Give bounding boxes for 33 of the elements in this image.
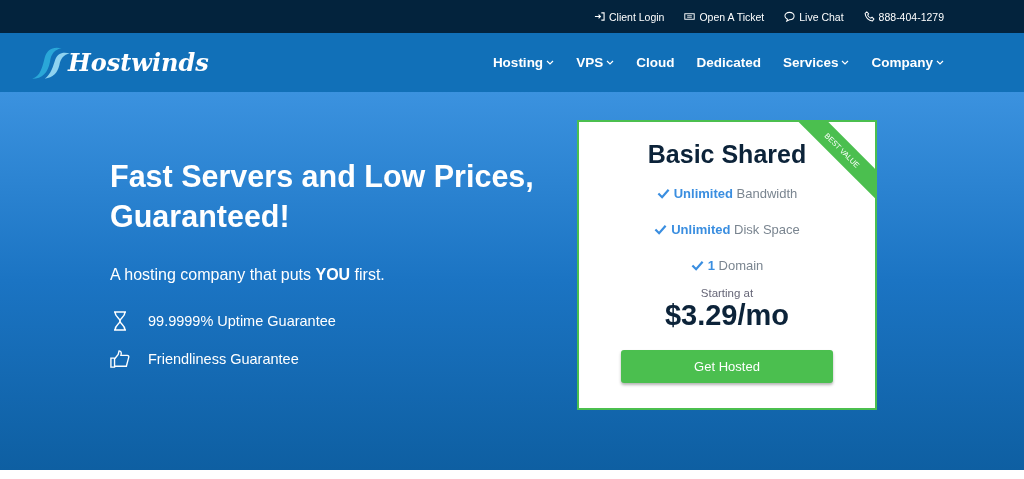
nav-item[interactable]: VPS xyxy=(576,55,615,70)
top-link[interactable]: 888-404-1279 xyxy=(863,10,944,23)
caret-icon xyxy=(546,60,555,65)
plan-name: Basic Shared xyxy=(647,140,807,169)
top-link[interactable]: Open A Ticket xyxy=(684,10,765,23)
caret-icon xyxy=(606,60,615,65)
check-icon xyxy=(656,187,670,199)
phone-icon xyxy=(863,11,875,22)
nav-item[interactable]: Cloud xyxy=(636,55,675,70)
check-icon xyxy=(690,259,704,271)
nav-item[interactable]: Company xyxy=(871,55,944,70)
chat-bubble-icon xyxy=(784,11,796,22)
guarantee-text: 99.9999% Uptime Guarantee xyxy=(148,313,336,329)
hero-title: Fast Servers and Low Prices, Guaranteed! xyxy=(110,158,535,235)
ticket-icon xyxy=(684,11,696,22)
price-caption: Starting at xyxy=(700,287,754,299)
feature-text: Unlimited Bandwidth xyxy=(673,185,798,201)
top-link[interactable]: Client Login xyxy=(594,10,665,23)
caret-icon xyxy=(936,60,944,65)
feature-text: Unlimited Disk Space xyxy=(671,221,800,237)
thumbs-up-icon xyxy=(110,349,130,369)
check-icon xyxy=(654,223,668,235)
nav-item[interactable]: Dedicated xyxy=(696,55,761,70)
top-link[interactable]: Live Chat xyxy=(784,10,844,23)
price: $3.29/mo xyxy=(664,299,790,332)
nav-item[interactable]: Services xyxy=(782,55,850,70)
nav-item[interactable]: Hosting xyxy=(492,55,555,70)
caret-icon xyxy=(841,60,850,65)
feature-text: 1 Domain xyxy=(707,257,764,273)
hero-subtitle: A hosting company that puts YOU first. xyxy=(110,266,386,284)
brand-name[interactable]: Hostwinds xyxy=(68,48,209,77)
guarantee-text: Friendliness Guarantee xyxy=(148,351,299,367)
login-icon xyxy=(594,11,605,22)
